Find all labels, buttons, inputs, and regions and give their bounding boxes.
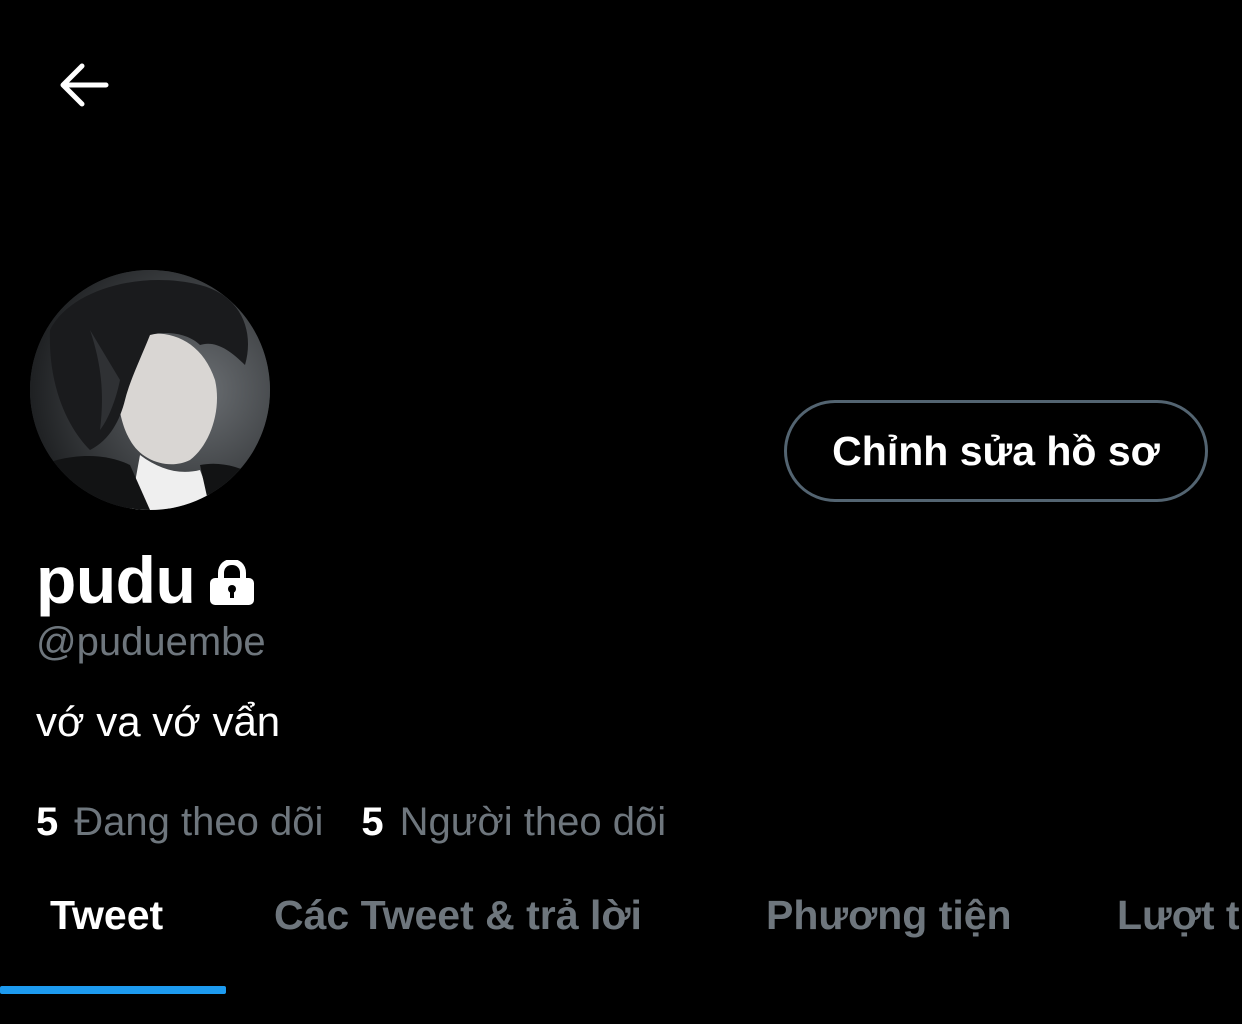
tab-likes[interactable]: Lượt thích [1117,892,1242,939]
followers-link[interactable]: 5 Người theo dõi [361,800,666,845]
avatar[interactable] [30,270,270,510]
arrow-left-icon [60,63,109,107]
followers-count: 5 [361,800,384,844]
avatar-photo [30,270,270,510]
following-count: 5 [36,800,59,844]
follow-stats: 5 Đang theo dõi 5 Người theo dõi [36,800,704,845]
profile-tabs: Tweet Các Tweet & trả lời Phương tiện Lư… [0,868,1242,996]
tab-tweets-and-replies[interactable]: Các Tweet & trả lời [274,892,642,939]
following-link[interactable]: 5 Đang theo dõi [36,800,323,845]
active-tab-indicator [0,986,226,994]
tab-media[interactable]: Phương tiện [766,892,1012,939]
lock-icon [210,560,255,605]
profile-name-row: pudu [36,542,257,618]
tab-tweets[interactable]: Tweet [50,892,163,939]
followers-label: Người theo dõi [399,800,667,844]
edit-profile-button[interactable]: Chỉnh sửa hồ sơ [784,400,1208,502]
display-name: pudu [36,543,196,617]
following-label: Đang theo dõi [74,800,324,844]
profile-handle: @puduembe [36,620,266,664]
profile-bio: vớ va vớ vẩn [36,698,281,745]
back-button[interactable] [50,52,116,118]
